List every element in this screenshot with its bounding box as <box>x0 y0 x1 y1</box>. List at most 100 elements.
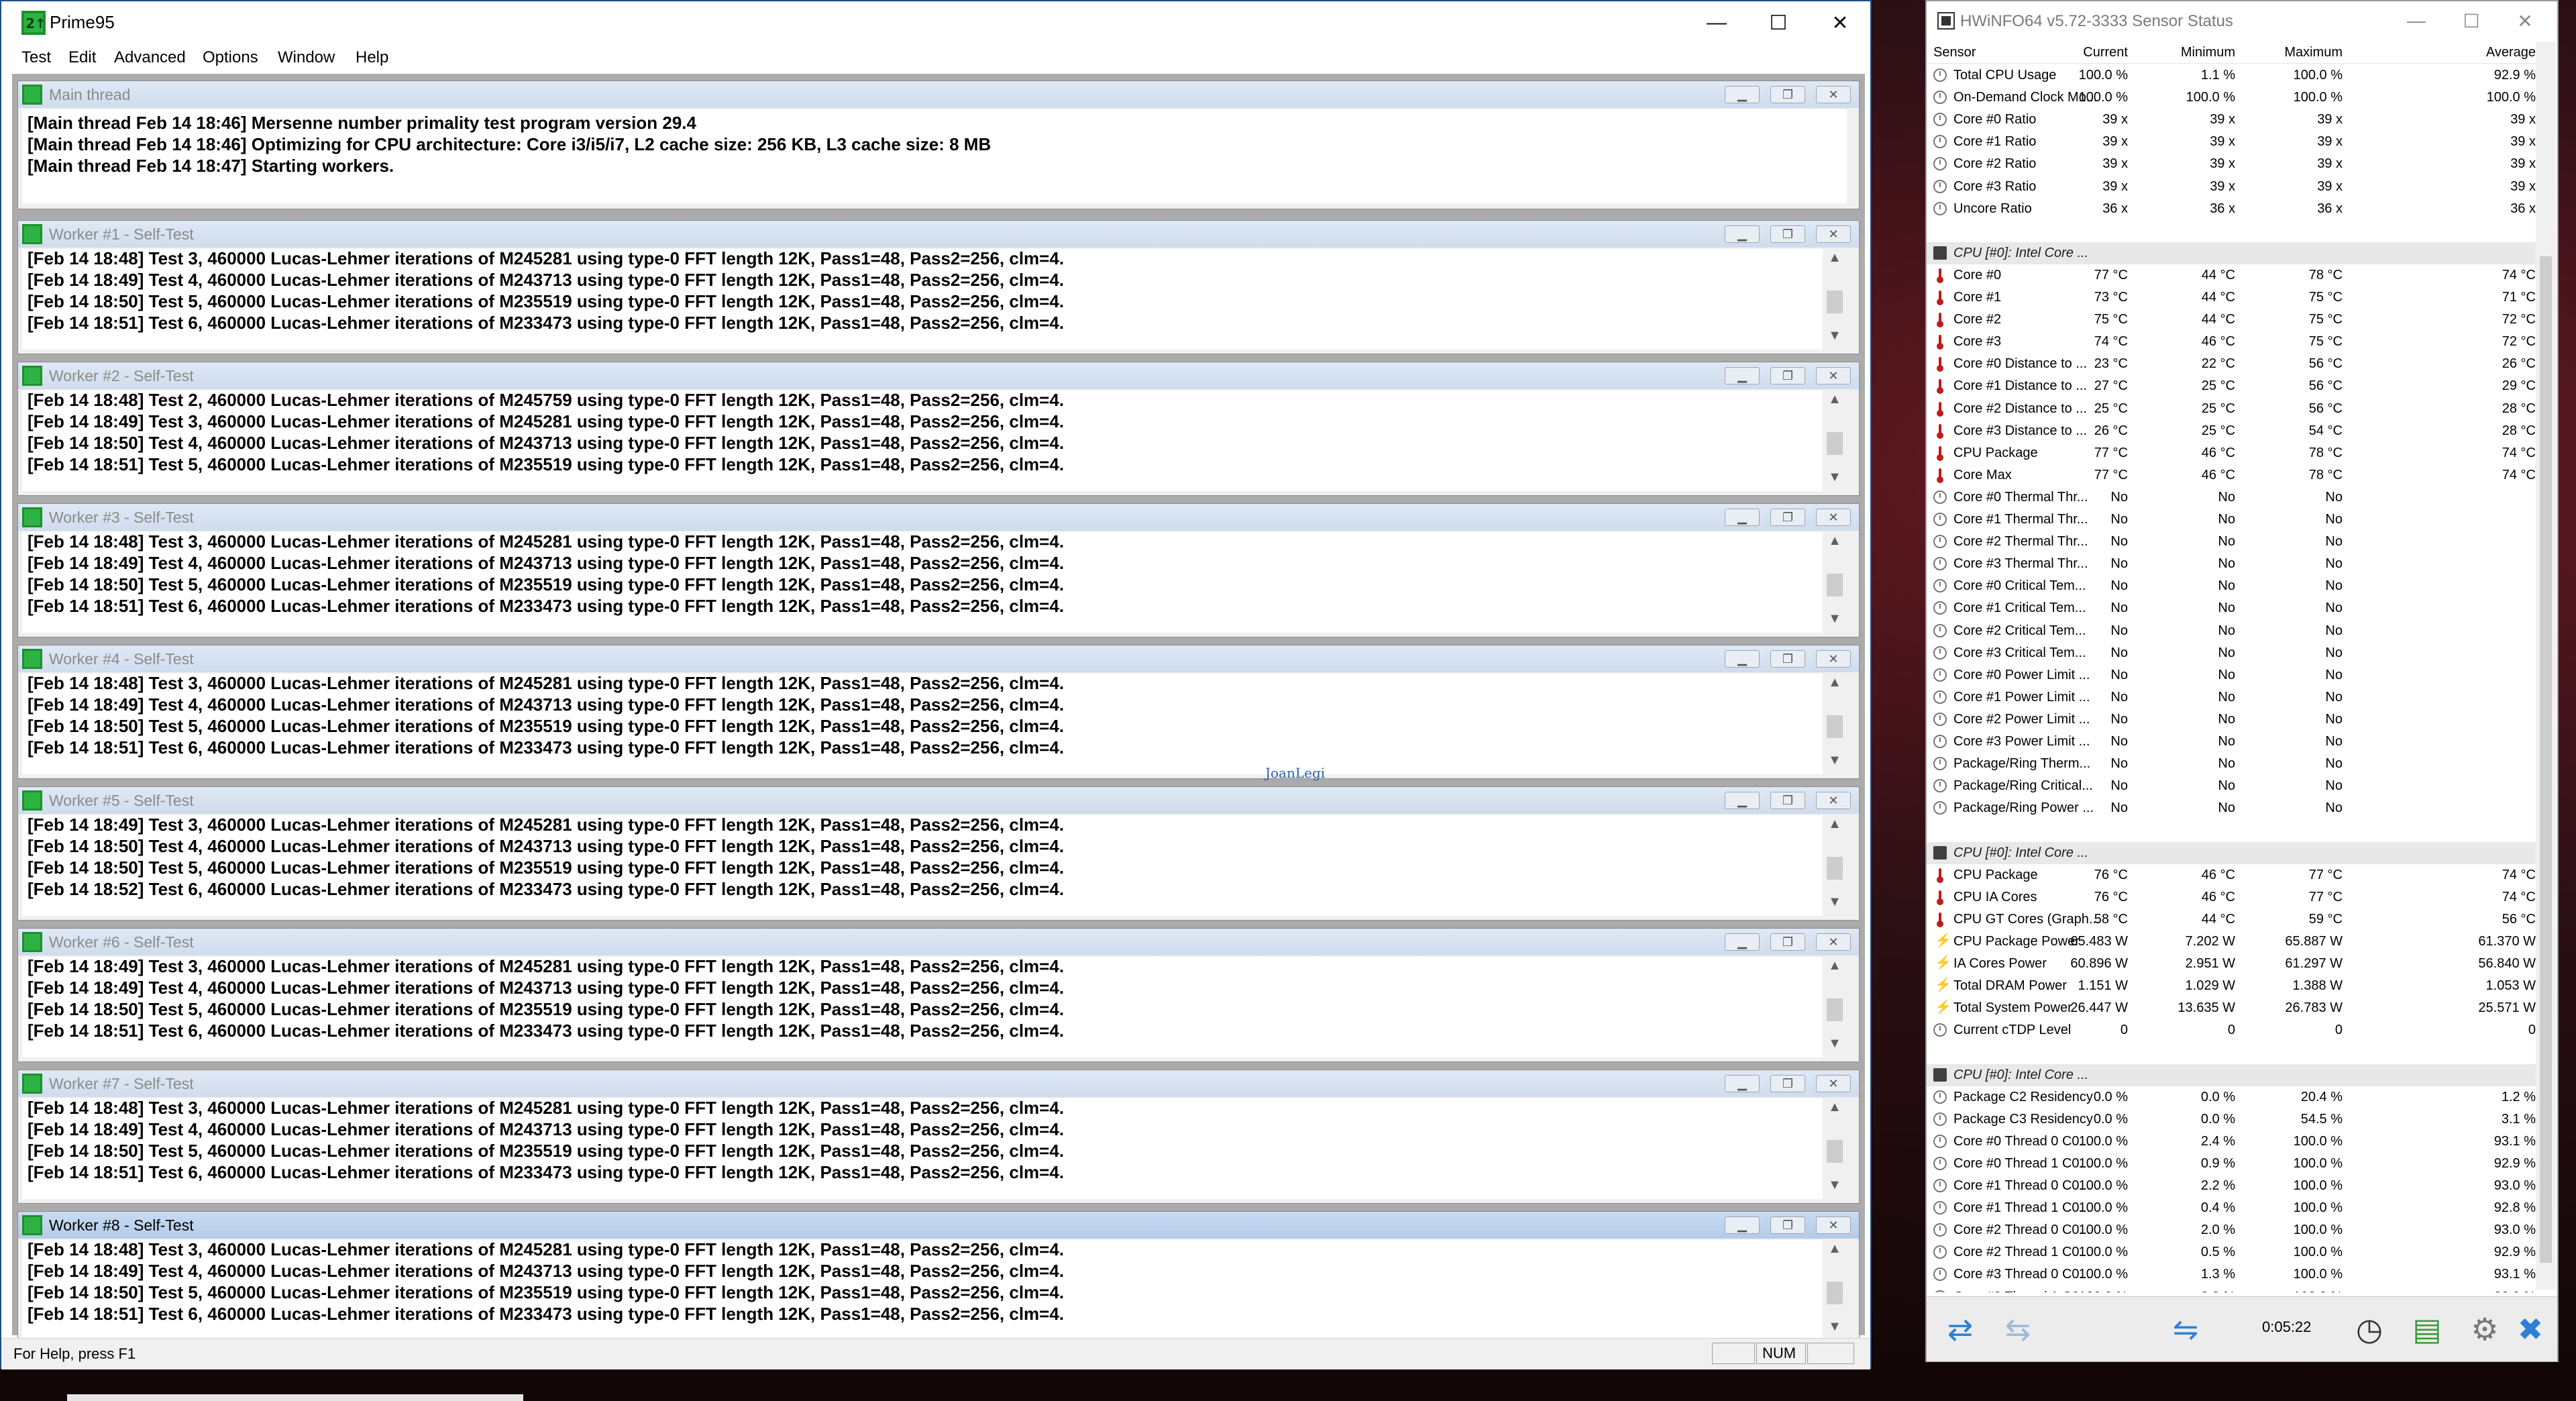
worker-window[interactable]: Worker #2 - Self-Test ▁ ❐ ✕ [Feb 14 18:48] T… <box>17 362 1860 496</box>
sensor-row[interactable]: Core #1 Thread 1 C0... 100.0 % 0.4 % 100.0 … <box>1927 1197 2537 1219</box>
sensor-row[interactable]: CPU Package 76 °C 46 °C 77 °C 74 °C <box>1927 864 2537 886</box>
child-restore-button[interactable]: ❐ <box>1770 792 1805 809</box>
menu-options[interactable]: Options <box>203 47 258 68</box>
child-restore-button[interactable]: ❐ <box>1770 86 1805 103</box>
scrollbar-thumb[interactable] <box>2540 256 2552 1263</box>
sensor-row[interactable]: Total CPU Usage 100.0 % 1.1 % 100.0 % 92.9 % <box>1927 64 2537 87</box>
log-panel[interactable]: [Feb 14 18:49] Test 3, 460000 Lucas-Lehm… <box>22 815 1847 916</box>
sensor-row[interactable]: Core #3 Critical Tem... No No No <box>1927 642 2537 664</box>
sensor-row[interactable]: Uncore Ratio 36 x 36 x 36 x 36 x <box>1927 198 2537 220</box>
child-restore-button[interactable]: ❐ <box>1770 933 1805 951</box>
minimize-button[interactable]: — <box>1686 1 1747 44</box>
sensor-row[interactable]: Core #1 Thread 0 C0... 100.0 % 2.2 % 100.0 … <box>1927 1175 2537 1197</box>
sensor-row[interactable]: CPU Package 77 °C 46 °C 78 °C 74 °C <box>1927 442 2537 464</box>
sensor-row[interactable]: Core #2 Thermal Thr... No No No <box>1927 531 2537 553</box>
scroll-down-icon[interactable]: ▼ <box>1823 1036 1847 1056</box>
child-close-button[interactable]: ✕ <box>1816 225 1851 243</box>
sensor-row[interactable] <box>1927 220 2537 242</box>
sensor-row[interactable]: CPU IA Cores 76 °C 46 °C 77 °C 74 °C <box>1927 886 2537 909</box>
worker-window[interactable]: Worker #5 - Self-Test ▁ ❐ ✕ [Feb 14 18:49] T… <box>17 786 1860 921</box>
sensor-row[interactable]: Core #0 Thread 1 C0... 100.0 % 0.9 % 100.0 … <box>1927 1153 2537 1175</box>
log-panel[interactable]: [Feb 14 18:48] Test 3, 460000 Lucas-Lehm… <box>22 673 1847 774</box>
scroll-up-icon[interactable]: ▲ <box>1823 675 1847 695</box>
worker-window[interactable]: Worker #3 - Self-Test ▁ ❐ ✕ [Feb 14 18:48] T… <box>17 503 1860 637</box>
scrollbar-thumb[interactable] <box>1827 857 1843 880</box>
child-restore-button[interactable]: ❐ <box>1770 367 1805 384</box>
child-close-button[interactable]: ✕ <box>1816 367 1851 384</box>
child-close-button[interactable]: ✕ <box>1816 1075 1851 1092</box>
worker-window[interactable]: Worker #6 - Self-Test ▁ ❐ ✕ [Feb 14 18:49] T… <box>17 928 1860 1062</box>
log-panel[interactable]: [Main thread Feb 14 18:46] Mersenne numb… <box>22 109 1847 203</box>
scroll-down-icon[interactable]: ▼ <box>1823 470 1847 490</box>
scrollbar-thumb[interactable] <box>1827 1140 1843 1163</box>
log-panel[interactable]: [Feb 14 18:48] Test 3, 460000 Lucas-Lehm… <box>22 248 1847 350</box>
scroll-up-icon[interactable]: ▲ <box>1823 1241 1847 1261</box>
sensor-row[interactable]: Core #0 Thread 0 C0... 100.0 % 2.4 % 100.0 … <box>1927 1131 2537 1153</box>
sensor-row[interactable]: Current cTDP Level 0 0 0 0 <box>1927 1019 2537 1041</box>
settings-button[interactable]: ⚙ <box>2458 1304 2512 1355</box>
close-button[interactable]: ✕ <box>1810 1 1870 44</box>
menu-edit[interactable]: Edit <box>68 47 96 68</box>
sensor-row[interactable]: Core #3 Thermal Thr... No No No <box>1927 553 2537 575</box>
child-title-bar[interactable]: Worker #3 - Self-Test ▁ ❐ ✕ <box>18 504 1859 531</box>
sensor-row[interactable] <box>1927 819 2537 841</box>
scroll-up-icon[interactable]: ▲ <box>1823 533 1847 554</box>
log-scrollbar[interactable]: ▲ ▼ <box>1823 391 1847 491</box>
child-restore-button[interactable]: ❐ <box>1770 650 1805 668</box>
report-button[interactable]: ▤ <box>2400 1304 2454 1355</box>
scrollbar-thumb[interactable] <box>1827 715 1843 738</box>
child-close-button[interactable]: ✕ <box>1816 86 1851 103</box>
scroll-down-icon[interactable]: ▼ <box>1823 611 1847 631</box>
sensor-row[interactable]: Core #1 Power Limit ... No No No <box>1927 686 2537 709</box>
menu-window[interactable]: Window <box>278 47 335 68</box>
sensor-row[interactable]: Core #2 75 °C 44 °C 75 °C 72 °C <box>1927 309 2537 331</box>
column-header-average[interactable]: Average <box>2486 45 2536 60</box>
sensor-row[interactable]: Package/Ring Power ... No No No <box>1927 797 2537 819</box>
scrollbar-thumb[interactable] <box>1827 998 1843 1021</box>
child-minimize-button[interactable]: ▁ <box>1725 367 1760 384</box>
scroll-down-icon[interactable]: ▼ <box>1823 1319 1847 1339</box>
menu-help[interactable]: Help <box>356 47 388 68</box>
sensor-row[interactable]: IA Cores Power 60.896 W 2.951 W 61.297 W 56.… <box>1927 953 2537 975</box>
sensor-row[interactable]: Package C2 Residency 0.0 % 0.0 % 20.4 % 1.2 … <box>1927 1086 2537 1108</box>
column-header-current[interactable]: Current <box>2083 45 2128 60</box>
child-restore-button[interactable]: ❐ <box>1770 1075 1805 1092</box>
worker-window[interactable]: Worker #8 - Self-Test ▁ ❐ ✕ [Feb 14 18:48] T… <box>17 1211 1860 1345</box>
sensor-row[interactable] <box>1927 1041 2537 1063</box>
sensor-group-header[interactable]: CPU [#0]: Intel Core ... <box>1927 1064 2537 1086</box>
clock-button[interactable]: ◷ <box>2343 1304 2396 1355</box>
child-minimize-button[interactable]: ▁ <box>1725 933 1760 951</box>
sensor-row[interactable]: Core #0 Thermal Thr... No No No <box>1927 486 2537 509</box>
hwinfo-window[interactable]: HWiNFO64 v5.72-3333 Sensor Status — ☐ ✕ … <box>1925 0 2559 1362</box>
sensor-row[interactable]: Total System Power26.447 W 13.635 W 26.783… <box>1927 997 2537 1019</box>
child-minimize-button[interactable]: ▁ <box>1725 650 1760 668</box>
log-scrollbar[interactable]: ▲ ▼ <box>1823 532 1847 633</box>
sensor-row[interactable]: Package/Ring Therm... No No No <box>1927 753 2537 775</box>
child-restore-button[interactable]: ❐ <box>1770 1216 1805 1234</box>
minimize-button[interactable]: — <box>2390 1 2443 40</box>
sensor-row[interactable]: Core #2 Power Limit ... No No No <box>1927 709 2537 731</box>
scrollbar-thumb[interactable] <box>1827 432 1843 455</box>
hwinfo-title-bar[interactable]: HWiNFO64 v5.72-3333 Sensor Status — ☐ ✕ <box>1927 1 2557 40</box>
scroll-up-icon[interactable]: ▲ <box>1823 1100 1847 1120</box>
sensor-row[interactable]: Core #1 Thermal Thr... No No No <box>1927 509 2537 531</box>
scroll-down-icon[interactable]: ▼ <box>1823 1178 1847 1198</box>
sensor-row[interactable]: Core #0 77 °C 44 °C 78 °C 74 °C <box>1927 264 2537 287</box>
sensor-row[interactable]: Package/Ring Critical... No No No <box>1927 775 2537 797</box>
scroll-up-icon[interactable]: ▲ <box>1823 392 1847 412</box>
child-minimize-button[interactable]: ▁ <box>1725 509 1760 526</box>
log-scrollbar[interactable]: ▲ ▼ <box>1823 1240 1847 1341</box>
sensor-row[interactable]: Core #3 74 °C 46 °C 75 °C 72 °C <box>1927 331 2537 353</box>
sensor-scrollbar[interactable] <box>2536 42 2556 1290</box>
child-close-button[interactable]: ✕ <box>1816 792 1851 809</box>
sensor-row[interactable]: Core #3 Power Limit ... No No No <box>1927 731 2537 753</box>
log-scrollbar[interactable]: ▲ ▼ <box>1823 957 1847 1057</box>
sensor-row[interactable]: Core #2 Distance to ... 25 °C 25 °C 56 °C 28… <box>1927 398 2537 420</box>
sensor-row[interactable]: CPU GT Cores (Graph... 58 °C 44 °C 59 °C 56 … <box>1927 909 2537 931</box>
sensor-row[interactable]: Core #1 73 °C 44 °C 75 °C 71 °C <box>1927 287 2537 309</box>
child-close-button[interactable]: ✕ <box>1816 509 1851 526</box>
column-header-sensor[interactable]: Sensor <box>1933 45 1976 60</box>
child-close-button[interactable]: ✕ <box>1816 1216 1851 1234</box>
menu-advanced[interactable]: Advanced <box>114 47 186 68</box>
child-close-button[interactable]: ✕ <box>1816 650 1851 668</box>
